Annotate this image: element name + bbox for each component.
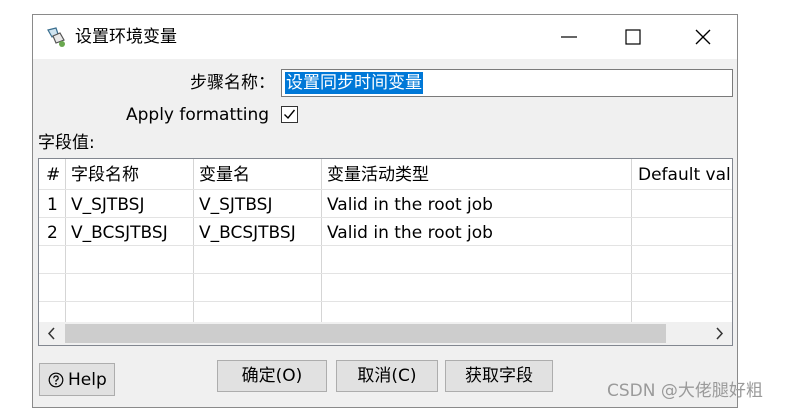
- minimize-icon: [561, 36, 577, 38]
- row-index: 2: [47, 223, 58, 243]
- set-variables-dialog: 设置环境变量 步骤名称： 设置同步时间变量 Apply formatting 字…: [32, 14, 738, 408]
- window-title: 设置环境变量: [75, 27, 177, 47]
- ok-button[interactable]: 确定(O): [217, 360, 327, 392]
- variable-scope-cell[interactable]: Valid in the root job: [327, 194, 493, 216]
- header-variable-scope[interactable]: 变量活动类型: [327, 164, 429, 186]
- close-icon: [695, 29, 711, 45]
- cancel-button[interactable]: 取消(C): [336, 360, 438, 392]
- help-icon: [48, 372, 64, 388]
- scroll-thumb[interactable]: [65, 324, 666, 343]
- variable-scope-cell[interactable]: Valid in the root job: [327, 222, 493, 244]
- scroll-left-button[interactable]: [39, 322, 65, 345]
- get-fields-button[interactable]: 获取字段: [445, 360, 553, 392]
- apply-formatting-label: Apply formatting: [126, 105, 270, 125]
- fields-table[interactable]: # 字段名称 变量名 变量活动类型 Default val 1 V_SJTBSJ…: [38, 158, 733, 346]
- field-name-cell[interactable]: V_SJTBSJ: [71, 194, 145, 216]
- header-variable-name[interactable]: 变量名: [199, 164, 250, 186]
- apply-formatting-checkbox[interactable]: [281, 106, 298, 123]
- chevron-right-icon: [716, 327, 724, 340]
- chevron-left-icon: [47, 327, 55, 340]
- variable-name-cell[interactable]: V_BCSJTBSJ: [199, 222, 296, 244]
- scroll-right-button[interactable]: [706, 322, 732, 345]
- maximize-icon: [625, 29, 641, 45]
- maximize-button[interactable]: [601, 15, 665, 59]
- help-label: Help: [68, 370, 107, 390]
- minimize-button[interactable]: [537, 15, 601, 59]
- kettle-step-icon: [45, 25, 69, 49]
- step-name-input[interactable]: 设置同步时间变量: [281, 69, 733, 97]
- title-bar: 设置环境变量: [33, 15, 737, 59]
- header-default-value[interactable]: Default val: [638, 164, 732, 186]
- watermark-text: CSDN @大佬腿好粗: [607, 381, 763, 401]
- row-index: 1: [47, 195, 58, 215]
- checkmark-icon: [284, 109, 296, 120]
- help-button[interactable]: Help: [39, 363, 115, 396]
- step-name-selected-text: 设置同步时间变量: [285, 72, 423, 94]
- fields-label: 字段值:: [38, 133, 95, 153]
- step-name-label: 步骤名称：: [190, 73, 275, 93]
- close-button[interactable]: [671, 15, 735, 59]
- variable-name-cell[interactable]: V_SJTBSJ: [199, 194, 273, 216]
- header-field-name[interactable]: 字段名称: [71, 164, 139, 186]
- horizontal-scrollbar[interactable]: [39, 322, 732, 345]
- field-name-cell[interactable]: V_BCSJTBSJ: [71, 222, 168, 244]
- header-index[interactable]: #: [46, 164, 60, 186]
